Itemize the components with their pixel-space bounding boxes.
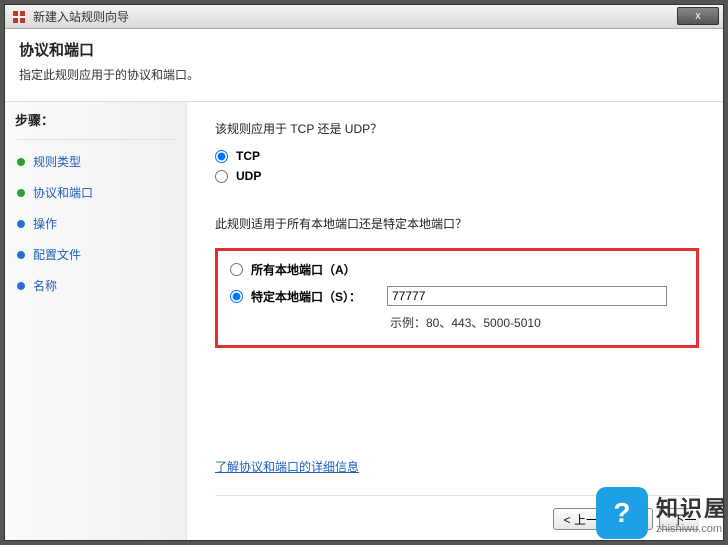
content-pane: 该规则应用于 TCP 还是 UDP？ TCP UDP 此规则适用于所有本地端口还… — [187, 102, 723, 540]
step-label: 配置文件 — [33, 246, 81, 263]
bullet-icon — [17, 251, 25, 259]
port-input[interactable] — [387, 286, 667, 306]
udp-radio[interactable] — [215, 170, 228, 183]
watermark-url: zhishiwu.com — [656, 523, 728, 535]
watermark-text: 知识屋 zhishiwu.com — [656, 491, 728, 535]
steps-heading: 步骤： — [15, 110, 176, 129]
step-protocol-port[interactable]: 协议和端口 — [15, 177, 176, 208]
step-label: 名称 — [33, 277, 57, 294]
firewall-icon — [11, 9, 27, 25]
bullet-icon — [17, 220, 25, 228]
watermark-cn: 知识屋 — [656, 491, 728, 523]
wizard-window: 新建入站规则向导 x 协议和端口 指定此规则应用于的协议和端口。 步骤： 规则类… — [4, 4, 724, 541]
divider — [15, 139, 176, 140]
tcp-option[interactable]: TCP — [215, 149, 699, 163]
port-example: 示例：80、443、5000-5010 — [390, 314, 684, 331]
page-desc: 指定此规则应用于的协议和端口。 — [19, 66, 709, 83]
bullet-icon — [17, 158, 25, 166]
watermark-badge-icon: ? — [596, 487, 648, 539]
udp-label: UDP — [236, 169, 261, 183]
all-ports-option[interactable]: 所有本地端口（A） — [230, 261, 684, 278]
step-name[interactable]: 名称 — [15, 270, 176, 301]
all-ports-radio[interactable] — [230, 263, 243, 276]
wizard-header: 协议和端口 指定此规则应用于的协议和端口。 — [5, 29, 723, 102]
titlebar-title: 新建入站规则向导 — [33, 8, 129, 25]
close-button[interactable]: x — [677, 7, 719, 25]
titlebar: 新建入站规则向导 x — [5, 5, 723, 29]
page-title: 协议和端口 — [19, 39, 709, 60]
tcp-radio[interactable] — [215, 150, 228, 163]
wizard-body: 步骤： 规则类型 协议和端口 操作 配置文件 名称 — [5, 102, 723, 540]
step-action[interactable]: 操作 — [15, 208, 176, 239]
steps-sidebar: 步骤： 规则类型 协议和端口 操作 配置文件 名称 — [5, 102, 187, 540]
specific-ports-option[interactable]: 特定本地端口（S）： — [230, 286, 684, 306]
tcp-label: TCP — [236, 149, 260, 163]
specific-ports-radio[interactable] — [230, 290, 243, 303]
udp-option[interactable]: UDP — [215, 169, 699, 183]
watermark: ? 知识屋 zhishiwu.com — [596, 487, 728, 539]
learn-more-link[interactable]: 了解协议和端口的详细信息 — [215, 458, 699, 475]
bullet-icon — [17, 189, 25, 197]
protocol-question: 该规则应用于 TCP 还是 UDP？ — [215, 120, 699, 137]
port-scope-question: 此规则适用于所有本地端口还是特定本地端口？ — [215, 215, 699, 232]
all-ports-label: 所有本地端口（A） — [251, 263, 356, 277]
step-profile[interactable]: 配置文件 — [15, 239, 176, 270]
bullet-icon — [17, 282, 25, 290]
specific-ports-label: 特定本地端口（S）： — [251, 290, 361, 304]
highlighted-port-section: 所有本地端口（A） 特定本地端口（S）： 示例：80、443、5000-5010 — [215, 248, 699, 348]
step-label: 规则类型 — [33, 153, 81, 170]
step-label: 协议和端口 — [33, 184, 93, 201]
step-rule-type[interactable]: 规则类型 — [15, 146, 176, 177]
step-label: 操作 — [33, 215, 57, 232]
